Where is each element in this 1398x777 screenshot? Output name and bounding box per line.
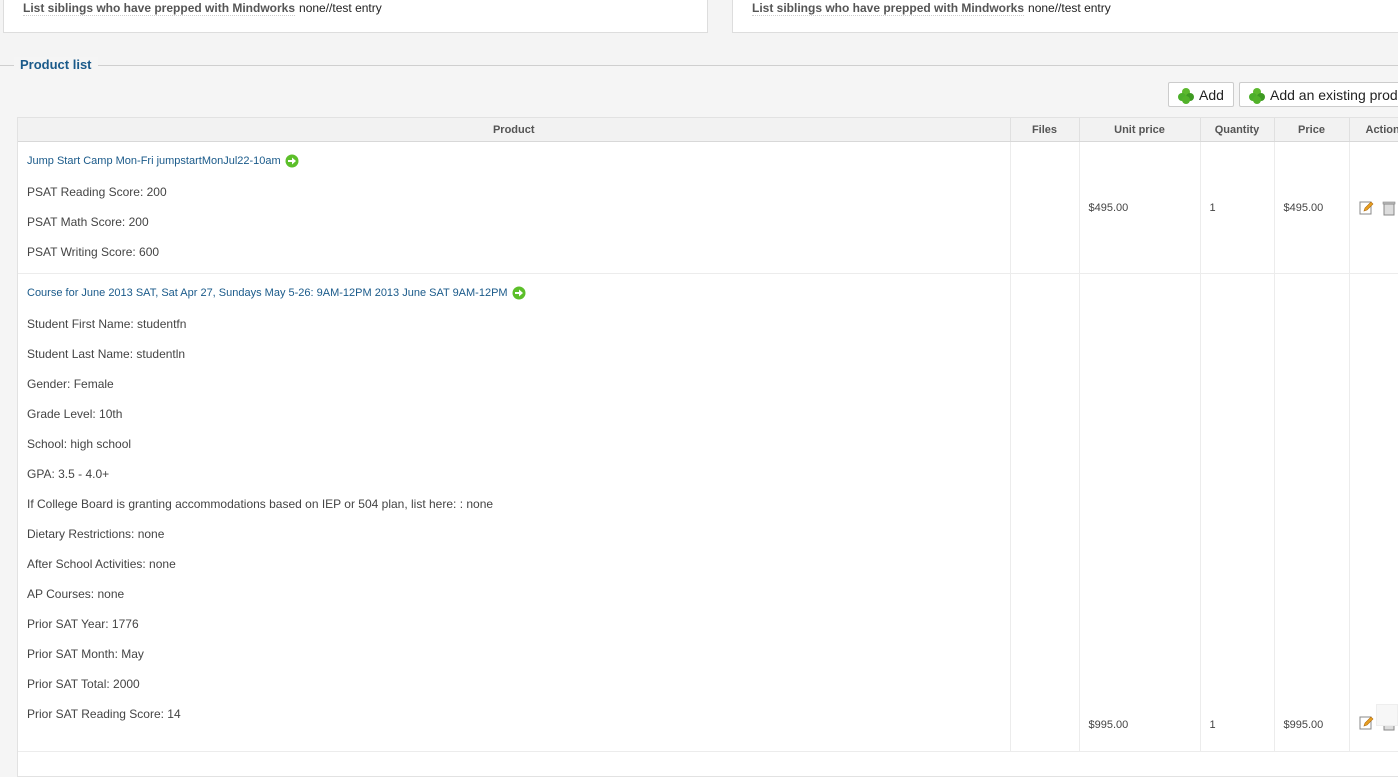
product-attribute: Prior SAT Year: 1776 (27, 617, 139, 631)
product-attribute: If College Board is granting accommodati… (27, 497, 494, 511)
trash-icon[interactable] (1381, 200, 1397, 216)
column-header-files[interactable]: Files (1010, 118, 1080, 142)
plus-icon (1178, 88, 1194, 104)
product-attributes: Student First Name: studentfn Student La… (27, 317, 1010, 737)
unit-price-cell: $495.00 (1079, 141, 1201, 274)
siblings-value: none//test entry (299, 1, 382, 15)
table-row: Course for June 2013 SAT, Sat Apr 27, Su… (18, 273, 1398, 752)
product-attribute: After School Activities: none (27, 557, 176, 571)
table-row: Jump Start Camp Mon-Fri jumpstartMonJul2… (18, 141, 1398, 274)
fieldset-border (0, 65, 1398, 66)
product-attribute: Prior SAT Reading Score: 14 (27, 707, 181, 721)
arrow-right-icon[interactable] (512, 286, 526, 300)
scroll-to-top-button[interactable] (1376, 704, 1398, 726)
quantity-cell: 1 (1200, 141, 1275, 274)
column-header-actions: Action (1349, 118, 1398, 142)
product-attribute: School: high school (27, 437, 132, 451)
product-title-link[interactable]: Course for June 2013 SAT, Sat Apr 27, Su… (27, 287, 508, 299)
product-attribute: PSAT Reading Score: 200 (27, 185, 167, 199)
product-attribute: Dietary Restrictions: none (27, 527, 165, 541)
product-attribute: Prior SAT Total: 2000 (27, 677, 140, 691)
add-button-label: Add (1199, 86, 1224, 103)
product-attribute: Grade Level: 10th (27, 407, 123, 421)
unit-price-cell: $995.00 (1079, 273, 1201, 752)
product-attribute: Student Last Name: studentln (27, 347, 186, 361)
quantity-cell: 1 (1200, 273, 1275, 752)
siblings-panel-left: List siblings who have prepped with Mind… (3, 0, 708, 33)
column-header-price[interactable]: Price (1274, 118, 1350, 142)
product-attribute: Prior SAT Month: May (27, 647, 144, 661)
actions-cell (1349, 141, 1398, 274)
edit-icon[interactable] (1359, 200, 1375, 216)
files-cell (1010, 141, 1080, 274)
siblings-panel-right: List siblings who have prepped with Mind… (732, 0, 1398, 33)
product-attribute: AP Courses: none (27, 587, 125, 601)
table-header: Product Files Unit price Quantity Price … (18, 118, 1398, 142)
edit-icon[interactable] (1359, 715, 1375, 731)
arrow-right-icon[interactable] (285, 154, 299, 168)
product-cell: Jump Start Camp Mon-Fri jumpstartMonJul2… (18, 141, 1011, 274)
column-header-quantity[interactable]: Quantity (1200, 118, 1275, 142)
top-area: List siblings who have prepped with Mind… (0, 0, 1398, 66)
product-attribute: Gender: Female (27, 377, 114, 391)
siblings-label: List siblings who have prepped with Mind… (752, 1, 1025, 16)
product-cell: Course for June 2013 SAT, Sat Apr 27, Su… (18, 273, 1011, 752)
product-title-link[interactable]: Jump Start Camp Mon-Fri jumpstartMonJul2… (27, 155, 281, 167)
price-cell: $995.00 (1274, 273, 1350, 752)
plus-icon (1249, 88, 1265, 104)
product-attribute: PSAT Writing Score: 600 (27, 245, 160, 259)
product-attribute: PSAT Math Score: 200 (27, 215, 149, 229)
product-attributes: PSAT Reading Score: 200 PSAT Math Score:… (27, 185, 1010, 259)
column-header-product[interactable]: Product (18, 118, 1011, 142)
product-list-legend: Product list (14, 57, 98, 72)
add-existing-product-button[interactable]: Add an existing produ (1239, 82, 1398, 107)
siblings-label: List siblings who have prepped with Mind… (23, 1, 296, 16)
product-attribute: Student First Name: studentfn (27, 317, 187, 331)
actions-cell (1349, 273, 1398, 752)
price-cell: $495.00 (1274, 141, 1350, 274)
product-attribute: GPA: 3.5 - 4.0+ (27, 467, 110, 481)
siblings-value: none//test entry (1028, 1, 1111, 15)
column-header-unit-price[interactable]: Unit price (1079, 118, 1201, 142)
add-existing-product-label: Add an existing produ (1270, 86, 1398, 103)
product-table: Product Files Unit price Quantity Price … (17, 117, 1398, 777)
add-button[interactable]: Add (1168, 82, 1234, 107)
files-cell (1010, 273, 1080, 752)
